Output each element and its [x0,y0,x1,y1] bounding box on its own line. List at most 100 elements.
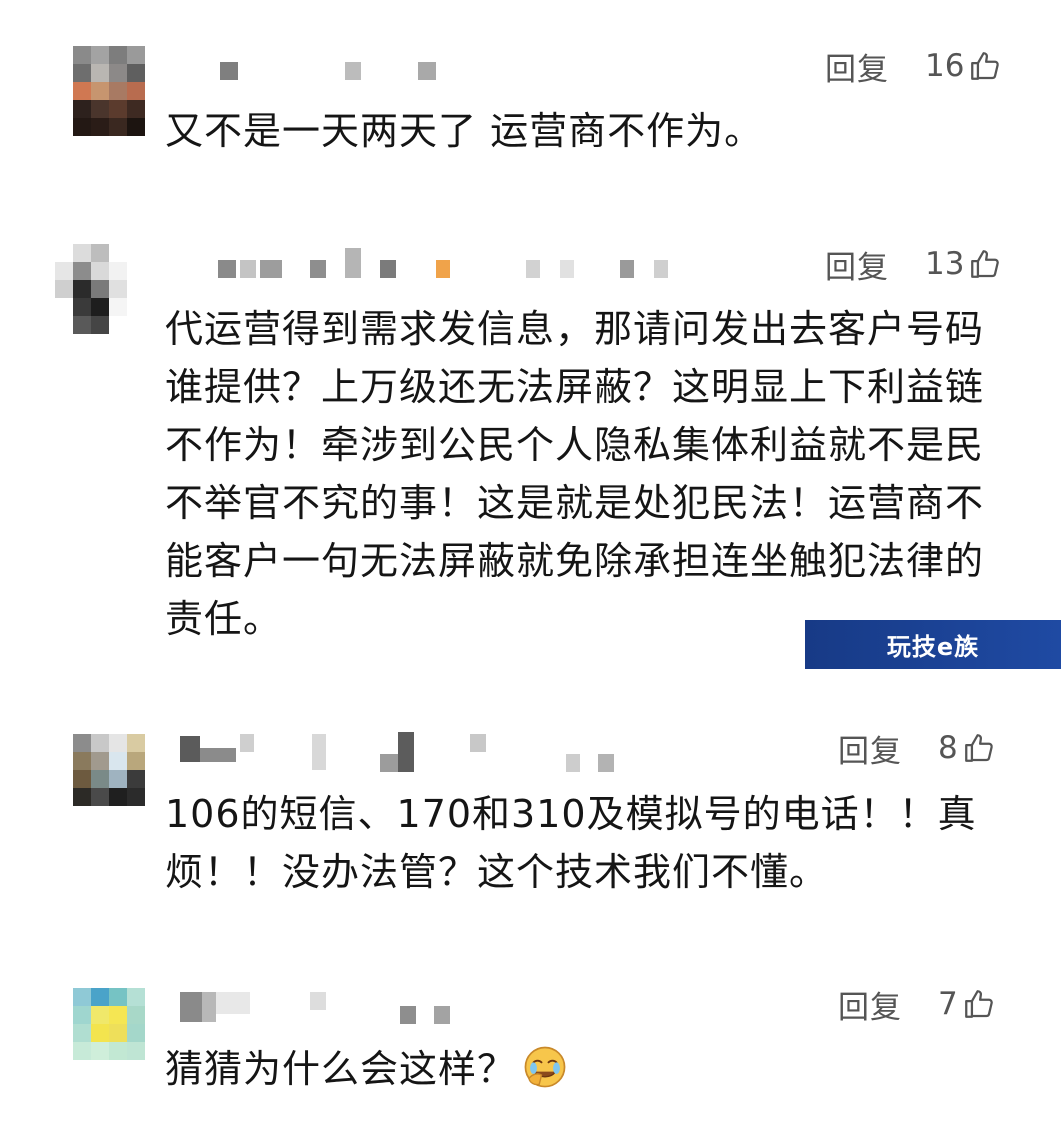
avatar-pixel [109,1006,127,1024]
avatar-pixel [73,262,91,280]
thumbs-up-icon [964,990,993,1018]
avatar-pixel [91,806,109,824]
avatar[interactable] [73,46,145,136]
avatar-pixel [91,100,109,118]
avatar-pixel [73,752,91,770]
like-button[interactable]: 13 [925,246,1002,282]
avatar-pixel [109,752,127,770]
avatar-pixel [127,1024,145,1042]
avatar-pixel [109,1024,127,1042]
avatar-pixel [91,788,109,806]
avatar-pixel [73,806,91,824]
avatar-pixel [73,118,91,136]
username-blurred[interactable] [180,732,700,772]
avatar-pixel [109,298,127,316]
avatar-pixel [109,988,127,1006]
comment-actions: 回复 8 [838,726,996,770]
avatar[interactable] [55,244,127,334]
avatar-pixel [127,64,145,82]
avatar-pixel [109,1042,127,1060]
comment-text: 代运营得到需求发信息，那请问发出去客户号码谁提供？上万级还无法屏蔽？这明显上下利… [165,307,985,641]
avatar-pixel [91,280,109,298]
avatar-pixel [73,316,91,334]
avatar-pixel [127,118,145,136]
avatar-pixel [73,100,91,118]
avatar-pixel [91,244,109,262]
avatar-pixel [73,1060,91,1078]
avatar-pixel [127,806,145,824]
avatar-pixel [109,118,127,136]
avatar-pixel [55,262,73,280]
avatar-pixel [73,770,91,788]
avatar-pixel [127,46,145,64]
avatar-pixel [73,988,91,1006]
reply-button[interactable]: 回复 [838,982,902,1027]
avatar-pixel [127,734,145,752]
avatar-pixel [91,316,109,334]
avatar-pixel [73,1042,91,1060]
like-count: 16 [925,48,965,84]
avatar-pixel [109,788,127,806]
avatar-pixel [91,734,109,752]
comment-text: 又不是一天两天了 运营商不作为。 [165,109,764,153]
avatar-pixel [73,1006,91,1024]
avatar-pixel [109,280,127,298]
avatar-pixel [109,244,127,262]
reply-button[interactable]: 回复 [825,242,889,287]
avatar-pixel [91,64,109,82]
like-button[interactable]: 16 [925,48,1002,84]
avatar[interactable] [73,734,145,824]
comment-actions: 回复 16 [825,44,1002,88]
like-count: 13 [925,246,965,282]
avatar-pixel [109,734,127,752]
avatar-pixel [109,46,127,64]
avatar-pixel [55,316,73,334]
avatar-pixel [127,788,145,806]
avatar-pixel [91,82,109,100]
avatar-pixel [91,770,109,788]
avatar-pixel [91,1006,109,1024]
avatar-pixel [73,1024,91,1042]
comment-actions: 回复 7 [838,982,996,1026]
reply-button[interactable]: 回复 [838,726,902,771]
username-blurred[interactable] [180,992,700,1024]
like-button[interactable]: 7 [938,986,996,1022]
username-blurred[interactable] [180,248,700,290]
comment-text-row: 猜猜为什么会这样？ [165,1040,1021,1098]
avatar-pixel [91,752,109,770]
avatar-pixel [109,806,127,824]
watermark-logo: 玩技e族 [805,620,1061,669]
avatar-pixel [91,1060,109,1078]
avatar-pixel [109,770,127,788]
avatar-pixel [55,298,73,316]
avatar-pixel [73,244,91,262]
avatar-pixel [127,1006,145,1024]
username-blurred[interactable] [180,62,700,92]
comment-text: 106的短信、170和310及模拟号的电话！！真烦！！没办法管？这个技术我们不懂… [165,792,977,894]
avatar-pixel [91,46,109,64]
facepalm-laugh-emoji-icon [524,1046,566,1088]
thumbs-up-icon [971,52,1000,80]
avatar-pixel [73,82,91,100]
avatar-pixel [109,262,127,280]
avatar-pixel [109,82,127,100]
avatar-pixel [127,770,145,788]
avatar-pixel [91,988,109,1006]
avatar-pixel [127,988,145,1006]
avatar-pixel [73,46,91,64]
avatar-pixel [127,1042,145,1060]
reply-button[interactable]: 回复 [825,44,889,89]
avatar-pixel [73,298,91,316]
like-count: 7 [938,986,958,1022]
like-button[interactable]: 8 [938,730,996,766]
thumbs-up-icon [971,250,1000,278]
avatar-pixel [91,262,109,280]
comment-actions: 回复 13 [825,242,1002,286]
avatar-pixel [127,1060,145,1078]
avatar[interactable] [73,988,145,1078]
avatar-pixel [127,752,145,770]
avatar-pixel [73,280,91,298]
comment-text: 猜猜为什么会这样？ [165,1047,517,1091]
avatar-pixel [73,64,91,82]
avatar-pixel [127,100,145,118]
